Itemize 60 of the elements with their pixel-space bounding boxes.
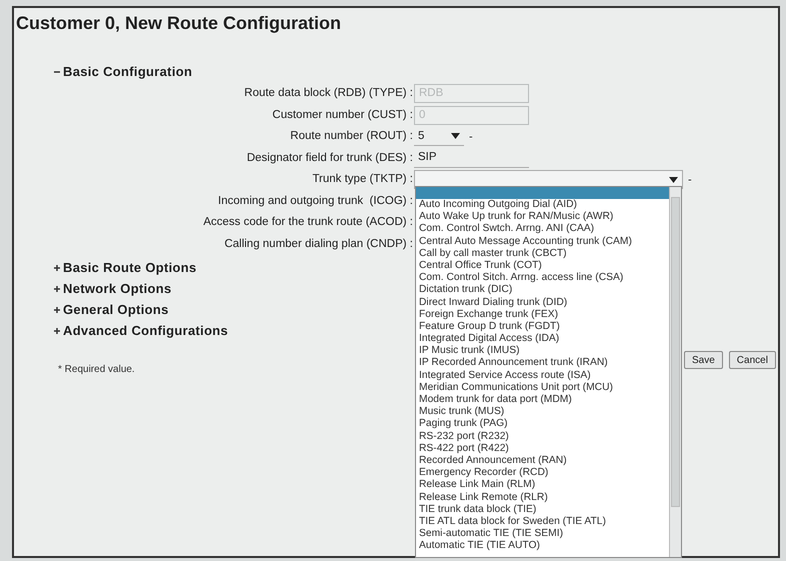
dropdown-option[interactable]: RS-422 port (R422) [416, 442, 669, 455]
dropdown-option[interactable]: Meridian Communications Unit port (MCU) [416, 382, 669, 394]
expand-icon[interactable] [54, 328, 60, 334]
field-label: Route number (ROUT) : [289, 129, 413, 144]
select-field[interactable]: 5 [414, 127, 464, 146]
required-note: * Required value. [58, 363, 135, 377]
caret-icon [669, 176, 678, 183]
dropdown-option[interactable]: Recorded Announcement (RAN) [416, 454, 669, 468]
field-label: Route data block (RDB) (TYPE) : [243, 86, 413, 102]
collapse-icon[interactable] [54, 68, 60, 74]
dropdown-option[interactable]: Dictation trunk (DIC) [416, 284, 669, 296]
dropdown-option[interactable]: TIE trunk data block (TIE) [416, 504, 669, 516]
dropdown-option[interactable]: IP Recorded Announcement trunk (IRAN) [416, 357, 669, 370]
form-button[interactable]: Save [684, 351, 723, 369]
dropdown-option[interactable]: Semi-automatic TIE (TIE SEMI) [416, 528, 669, 540]
dropdown-list[interactable] [415, 186, 682, 558]
field-label: Incoming and outgoing trunk (ICOG) : [217, 194, 413, 209]
dropdown-option[interactable]: Central Office Trunk (COT) [416, 260, 669, 272]
dropdown-option[interactable]: TIE ATL data block for Sweden (TIE ATL) [416, 516, 669, 528]
input-field[interactable]: SIP [414, 148, 529, 168]
dropdown-option[interactable]: Release Link Main (RLM) [416, 479, 669, 492]
dropdown-option[interactable]: Music trunk (MUS) [416, 406, 669, 418]
dropdown-option[interactable]: Emergency Recorder (RCD) [416, 467, 669, 480]
dropdown-option[interactable]: Direct Inward Dialing trunk (DID) [416, 296, 669, 309]
field-label: Customer number (CUST) : [271, 108, 413, 123]
form-button[interactable]: Cancel [728, 351, 776, 369]
expand-icon[interactable] [54, 306, 60, 312]
dropdown-option[interactable]: Foreign Exchange trunk (FEX) [416, 308, 669, 321]
section-heading[interactable]: Network Options [63, 278, 172, 298]
field-label: Trunk type (TKTP) : [311, 172, 413, 188]
field-label: Access code for the trunk route (ACOD) : [202, 215, 413, 230]
field-suffix: - [688, 172, 692, 188]
dropdown-option[interactable]: Com. Control Sitch. Arrng. access line (CSA) [416, 272, 669, 284]
caret-icon [451, 133, 460, 140]
expand-icon[interactable] [54, 264, 60, 270]
dropdown-option[interactable]: Modem trunk for data port (MDM) [416, 394, 669, 406]
dropdown-option[interactable]: Paging trunk (PAG) [416, 418, 669, 431]
page-title: Customer 0, New Route Configuration [15, 12, 342, 35]
dropdown-option[interactable]: RS-232 port (R232) [416, 430, 669, 443]
dropdown-option[interactable]: Automatic TIE (TIE AUTO) [416, 540, 669, 552]
dropdown-option[interactable]: Release Link Remote (RLR) [416, 492, 669, 504]
section-heading[interactable]: Basic Configuration [63, 62, 192, 82]
scrollbar[interactable] [669, 187, 681, 557]
dropdown-option[interactable]: Com. Control Swtch. Arrng. ANI (CAA) [416, 223, 669, 236]
section-heading[interactable]: Basic Route Options [63, 258, 197, 278]
dropdown-option[interactable]: Central Auto Message Accounting trunk (CAM) [416, 236, 669, 248]
dropdown-option[interactable]: Integrated Digital Access (IDA) [416, 333, 669, 346]
section-heading[interactable]: Advanced Configurations [63, 320, 228, 340]
dropdown-option[interactable]: Auto Incoming Outgoing Dial (AID) [416, 199, 669, 212]
section-heading[interactable]: General Options [63, 300, 169, 320]
scrollbar-thumb[interactable] [671, 197, 680, 507]
dropdown-option[interactable]: Auto Wake Up trunk for RAN/Music (AWR) [416, 211, 669, 224]
dropdown-option[interactable]: Feature Group D trunk (FGDT) [416, 320, 669, 334]
field-label: Calling number dialing plan (CNDP) : [223, 236, 413, 252]
dropdown-option[interactable]: IP Music trunk (IMUS) [416, 345, 669, 358]
field-label: Designator field for trunk (DES) : [246, 150, 413, 166]
dropdown-option[interactable]: Integrated Service Access route (ISA) [416, 370, 669, 382]
field-suffix: - [469, 130, 473, 144]
expand-icon[interactable] [54, 286, 60, 292]
dropdown-option[interactable]: Call by call master trunk (CBCT) [416, 248, 669, 260]
